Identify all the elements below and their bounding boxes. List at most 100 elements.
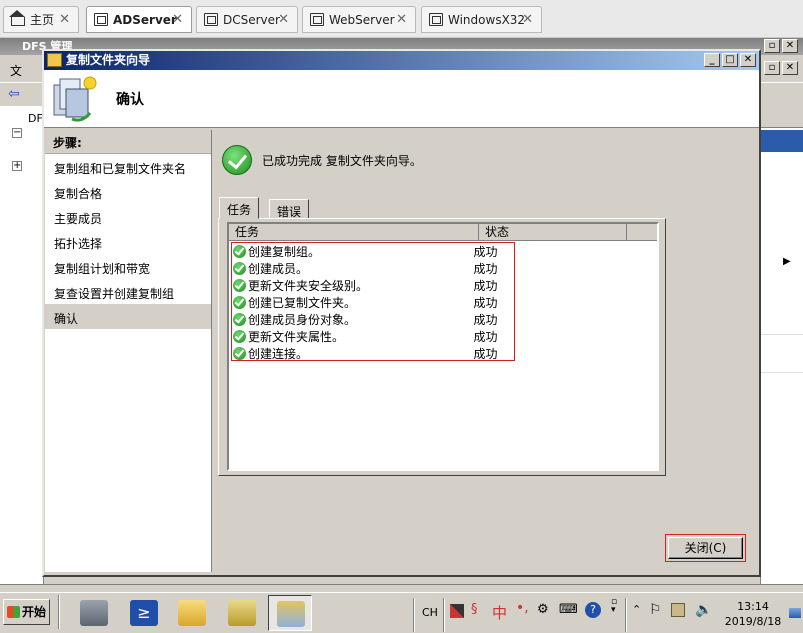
task-name: 创建连接。 xyxy=(248,347,309,361)
step-item: 复制组计划和带宽 xyxy=(54,262,151,276)
bg-restore-button[interactable]: ▫ xyxy=(764,39,780,53)
maximize-button[interactable]: □ xyxy=(722,53,738,67)
close-icon[interactable]: ✕ xyxy=(172,12,183,27)
tab-label: WebServer xyxy=(329,12,395,27)
bg-mdi-close-button[interactable]: ✕ xyxy=(782,61,798,75)
success-message: 已成功完成 复制文件夹向导。 xyxy=(262,154,422,168)
close-icon[interactable]: ✕ xyxy=(522,12,533,27)
vm-icon xyxy=(429,13,443,26)
steps-pane: 步骤: 复制组和已复制文件夹名 复制合格 主要成员 拓扑选择 复制组计划和带宽 … xyxy=(45,130,212,572)
tab-errors[interactable]: 错误 xyxy=(269,199,310,219)
toolbox-icon xyxy=(228,600,256,626)
task-status: 成功 xyxy=(473,347,498,361)
column-header-status[interactable]: 状态 xyxy=(479,224,627,241)
success-check-icon xyxy=(222,145,252,175)
folder-icon xyxy=(178,600,206,626)
tree-expand-icon[interactable]: + xyxy=(12,161,22,171)
table-row[interactable]: 创建复制组。 成功 xyxy=(232,243,512,260)
step-item: 拓扑选择 xyxy=(54,237,103,251)
taskbar-explorer[interactable] xyxy=(170,595,214,631)
tab-dcserver[interactable]: DCServer ✕ xyxy=(196,6,298,33)
close-button-highlight: 关闭(C) xyxy=(665,534,746,562)
help-icon[interactable]: ? xyxy=(585,602,601,618)
ime-mode-indicator[interactable]: 中 xyxy=(492,602,507,623)
table-row[interactable]: 更新文件夹属性。 成功 xyxy=(232,328,512,345)
settings-gear-icon[interactable]: ⚙ xyxy=(537,602,549,617)
check-icon xyxy=(233,347,246,360)
task-status: 成功 xyxy=(473,330,498,344)
dialog-header: 确认 xyxy=(44,70,759,128)
step-item: 复查设置并创建复制组 xyxy=(54,287,175,301)
toolbar-options-icon[interactable]: ▫ ▾ xyxy=(611,598,617,615)
tab-webserver[interactable]: WebServer ✕ xyxy=(302,6,416,33)
task-name: 创建成员身份对象。 xyxy=(248,313,357,327)
step-item-current: 确认 xyxy=(45,304,211,329)
keyboard-icon[interactable]: ⌨ xyxy=(559,602,578,617)
tab-tasks[interactable]: 任务 xyxy=(219,197,260,219)
task-name: 更新文件夹属性。 xyxy=(248,330,345,344)
step-item: 复制组和已复制文件夹名 xyxy=(54,162,187,176)
content-pane: 已成功完成 复制文件夹向导。 任务 错误 任务 状态 创建复制组。 成功 创建成员… xyxy=(214,130,759,572)
taskbar-server-manager[interactable] xyxy=(72,595,116,631)
show-hidden-icons[interactable]: ⌃ xyxy=(632,603,641,616)
dialog-title-bar[interactable]: 复制文件夹向导 _ □ ✕ xyxy=(44,51,759,70)
table-row[interactable]: 创建已复制文件夹。 成功 xyxy=(232,294,512,311)
tab-label: WindowsX32 xyxy=(448,12,526,27)
tree-root-label[interactable]: DF xyxy=(28,112,43,125)
close-icon[interactable]: ✕ xyxy=(278,12,289,27)
check-icon xyxy=(233,262,246,275)
clock[interactable]: 13:14 2019/8/18 xyxy=(721,599,785,629)
tab-windowsx32[interactable]: WindowsX32 ✕ xyxy=(421,6,542,33)
table-row[interactable]: 更新文件夹安全级别。 成功 xyxy=(232,277,512,294)
show-desktop-icon[interactable] xyxy=(789,608,801,618)
volume-muted-icon[interactable]: 🔈 xyxy=(695,602,712,618)
actions-header xyxy=(761,130,803,152)
close-window-button[interactable]: ✕ xyxy=(740,53,756,67)
check-icon xyxy=(233,330,246,343)
background-status-bar xyxy=(0,584,803,592)
system-tray: CH § 中 •, ⚙ ⌨ ? ▫ ▾ ⌃ ⚐ 🔈 13:14 2019/8/18 xyxy=(413,596,803,632)
back-arrow-icon[interactable]: ⇦ xyxy=(8,86,20,102)
powershell-icon: ≥ xyxy=(130,600,158,626)
language-indicator[interactable]: CH xyxy=(422,606,438,619)
table-row[interactable]: 创建连接。 成功 xyxy=(232,345,512,362)
task-name: 创建已复制文件夹。 xyxy=(248,296,357,310)
close-icon[interactable]: ✕ xyxy=(59,12,70,27)
task-name: 创建复制组。 xyxy=(248,245,321,259)
start-button[interactable]: 开始 xyxy=(3,599,50,625)
action-center-flag-icon[interactable]: ⚐ xyxy=(649,602,662,618)
submenu-arrow-icon[interactable]: ▶ xyxy=(783,256,791,267)
punctuation-icon[interactable]: •, xyxy=(516,600,529,616)
taskbar-tool[interactable] xyxy=(220,595,264,631)
minimize-button[interactable]: _ xyxy=(704,53,720,67)
clock-date: 2019/8/18 xyxy=(724,615,782,628)
close-icon[interactable]: ✕ xyxy=(396,12,407,27)
check-icon xyxy=(233,313,246,326)
tab-home[interactable]: 主页 ✕ xyxy=(3,6,79,33)
bg-close-button[interactable]: ✕ xyxy=(782,39,798,53)
table-row[interactable]: 创建成员身份对象。 成功 xyxy=(232,311,512,328)
task-name: 创建成员。 xyxy=(248,262,309,276)
vm-icon xyxy=(94,13,108,26)
tree-expand-icon[interactable]: − xyxy=(12,128,22,138)
ime-swirl-icon[interactable]: § xyxy=(471,602,478,617)
task-status: 成功 xyxy=(473,245,498,259)
taskbar: 开始 ≥ CH § 中 •, ⚙ ⌨ ? ▫ ▾ ⌃ ⚐ 🔈 13:14 2019… xyxy=(0,592,803,633)
taskbar-dfs-management[interactable] xyxy=(268,595,312,631)
column-header-task[interactable]: 任务 xyxy=(229,224,479,241)
step-item: 主要成员 xyxy=(54,212,103,226)
check-icon xyxy=(233,279,246,292)
replication-wizard-icon xyxy=(53,76,97,122)
table-row[interactable]: 创建成员。 成功 xyxy=(232,260,512,277)
ime-icon[interactable] xyxy=(450,604,464,618)
tab-label: 主页 xyxy=(30,13,55,27)
network-icon[interactable] xyxy=(671,603,685,617)
menu-item-file[interactable]: 文 xyxy=(10,62,22,79)
tab-adserver[interactable]: ADServer ✕ xyxy=(86,6,192,33)
bg-mdi-restore-button[interactable]: ▫ xyxy=(764,61,780,75)
vm-icon xyxy=(204,13,218,26)
taskbar-powershell[interactable]: ≥ xyxy=(122,595,166,631)
close-button[interactable]: 关闭(C) xyxy=(668,537,743,559)
tab-label: ADServer xyxy=(113,12,177,27)
wizard-icon xyxy=(47,53,62,67)
